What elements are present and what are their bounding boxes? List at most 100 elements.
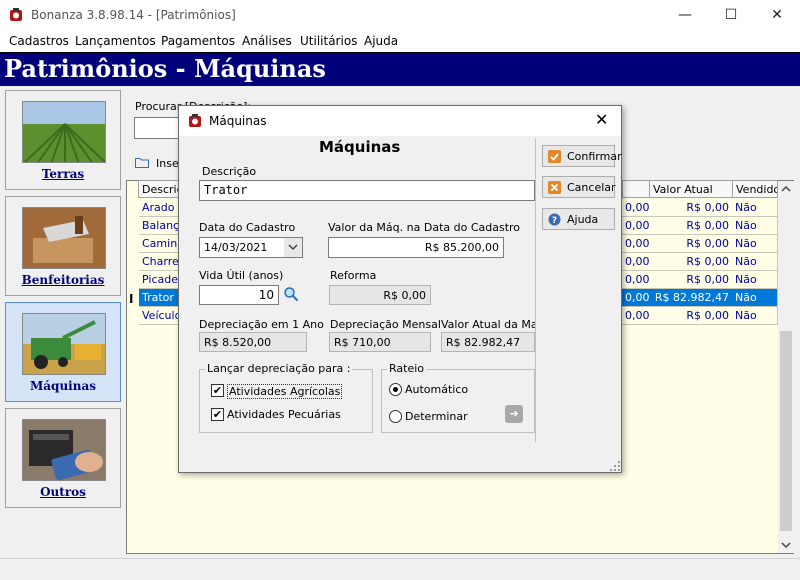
grid-header-valor-atual[interactable]: Valor Atual — [649, 180, 733, 198]
table-cell-vendido[interactable]: Não — [732, 271, 778, 289]
determinar-radio[interactable] — [389, 410, 402, 423]
table-cell-valor[interactable]: R$ 0,00 — [649, 253, 733, 271]
table-cell-middle[interactable]: 0,00 — [622, 253, 650, 271]
rateio-group-title: Rateio — [387, 362, 427, 375]
table-cell-descricao[interactable]: Picadeira — [139, 271, 180, 289]
menu-cadastros[interactable]: Cadastros — [9, 34, 69, 48]
reforma-label: Reforma — [330, 269, 377, 282]
close-window-button[interactable]: ✕ — [754, 0, 800, 30]
menu-bar: Cadastros Lançamentos Pagamentos Análise… — [0, 30, 800, 52]
descricao-input[interactable]: Trator — [199, 180, 535, 201]
grid-header-descricao[interactable]: Descrição — [138, 180, 180, 198]
sidebar-item-maquinas[interactable]: Máquinas — [5, 302, 121, 402]
descricao-label: Descrição — [202, 165, 257, 178]
resize-grip-icon[interactable] — [610, 461, 620, 471]
table-cell-valor[interactable]: R$ 82.982,47 — [649, 289, 733, 307]
cancelar-button[interactable]: Cancelar — [542, 176, 616, 198]
agricolas-label[interactable]: Atividades Agrícolas — [227, 384, 343, 399]
row-indicator: I — [129, 292, 134, 306]
depreciacao-ano-label: Depreciação em 1 Ano — [199, 318, 324, 331]
table-cell-middle[interactable]: 0,00 — [622, 307, 650, 325]
table-cell-valor[interactable]: R$ 0,00 — [649, 271, 733, 289]
table-cell-middle[interactable]: 0,00 — [622, 199, 650, 217]
table-cell-middle[interactable]: 0,00 — [622, 289, 650, 307]
svg-text:?: ? — [552, 216, 557, 226]
table-cell-middle[interactable]: 0,00 — [622, 217, 650, 235]
lancar-group — [199, 369, 373, 433]
table-cell-vendido[interactable]: Não — [732, 307, 778, 325]
cancel-icon — [548, 181, 561, 194]
dialog-close-button[interactable]: ✕ — [595, 110, 608, 129]
table-cell-vendido[interactable]: Não — [732, 217, 778, 235]
sidebar-item-outros[interactable]: Outros — [5, 408, 121, 508]
table-cell-descricao[interactable]: Veículo — [139, 307, 180, 325]
table-cell-descricao[interactable]: Caminhão — [139, 235, 180, 253]
insert-link[interactable]: Inse — [156, 157, 179, 170]
grid-header-vendido[interactable]: Vendido — [732, 180, 778, 198]
table-cell-vendido[interactable]: Não — [732, 235, 778, 253]
dialog-heading: Máquinas — [319, 138, 401, 156]
sidebar-item-label: Outros — [40, 485, 86, 499]
menu-lancamentos[interactable]: Lançamentos — [75, 34, 156, 48]
check-icon — [548, 150, 561, 163]
sidebar-item-benfeitorias[interactable]: Benfeitorias — [5, 196, 121, 296]
depreciacao-mensal-value: R$ 710,00 — [329, 332, 431, 352]
pecuarias-label[interactable]: Atividades Pecuárias — [227, 408, 341, 421]
valor-input[interactable]: R$ 85.200,00 — [328, 237, 504, 258]
minimize-button[interactable]: — — [662, 0, 708, 30]
outros-image — [22, 419, 106, 481]
scrollbar-thumb[interactable] — [780, 331, 792, 531]
determinar-label[interactable]: Determinar — [405, 410, 468, 423]
table-cell-vendido[interactable]: Não — [732, 199, 778, 217]
menu-analises[interactable]: Análises — [242, 34, 292, 48]
maquinas-image — [22, 313, 106, 375]
search-icon[interactable] — [283, 286, 299, 302]
data-cadastro-label: Data do Cadastro — [199, 221, 296, 234]
status-bar — [0, 558, 800, 580]
rateio-group — [381, 369, 535, 433]
data-cadastro-value: 14/03/2021 — [204, 241, 268, 254]
menu-utilitarios[interactable]: Utilitários — [300, 34, 357, 48]
scroll-up-icon[interactable] — [781, 185, 791, 193]
table-cell-valor[interactable]: R$ 0,00 — [649, 235, 733, 253]
chevron-down-icon[interactable] — [284, 238, 302, 257]
scroll-down-icon[interactable] — [781, 541, 791, 549]
depreciacao-mensal-label: Depreciação Mensal — [330, 318, 441, 331]
valor-atual-value: R$ 82.982,47 — [441, 332, 535, 352]
table-cell-valor[interactable]: R$ 0,00 — [649, 199, 733, 217]
automatico-label[interactable]: Automático — [405, 383, 468, 396]
table-cell-vendido[interactable]: Não — [732, 253, 778, 271]
menu-ajuda[interactable]: Ajuda — [364, 34, 398, 48]
data-cadastro-field[interactable]: 14/03/2021 — [199, 237, 303, 258]
sidebar: Terras Benfeitorias Máquinas Outros — [0, 86, 125, 558]
table-cell-vendido[interactable]: Não — [732, 289, 778, 307]
arrow-right-icon[interactable]: ➜ — [505, 405, 523, 423]
table-cell-descricao[interactable]: Balança — [139, 217, 180, 235]
vida-util-input[interactable]: 10 — [199, 285, 279, 305]
automatico-radio[interactable] — [389, 383, 402, 396]
table-cell-middle[interactable]: 0,00 — [622, 271, 650, 289]
folder-icon[interactable] — [135, 157, 149, 168]
agricolas-checkbox[interactable]: ✔ — [211, 384, 224, 397]
page-title: Patrimônios - Máquinas — [4, 54, 326, 83]
table-cell-descricao[interactable]: Charrete — [139, 253, 180, 271]
table-cell-middle[interactable]: 0,00 — [622, 235, 650, 253]
sidebar-item-terras[interactable]: Terras — [5, 90, 121, 190]
confirmar-button[interactable]: Confirmar — [542, 145, 622, 167]
maximize-button[interactable]: ☐ — [708, 0, 754, 30]
pecuarias-checkbox[interactable]: ✔ — [211, 408, 224, 421]
table-cell-descricao[interactable]: Arado — [139, 199, 180, 217]
depreciacao-ano-value: R$ 8.520,00 — [199, 332, 307, 352]
sidebar-item-label: Terras — [41, 167, 85, 181]
window-titlebar: Bonanza 3.8.98.14 - [Patrimônios] — ☐ ✕ — [0, 0, 800, 30]
cancelar-label: Cancelar — [567, 181, 616, 194]
table-cell-valor[interactable]: R$ 0,00 — [649, 217, 733, 235]
table-cell-valor[interactable]: R$ 0,00 — [649, 307, 733, 325]
grid-scrollbar[interactable] — [778, 181, 794, 553]
ajuda-button[interactable]: ? Ajuda — [542, 208, 615, 230]
menu-pagamentos[interactable]: Pagamentos — [161, 34, 235, 48]
grid-header-middle[interactable] — [622, 180, 650, 198]
app-logo-icon — [10, 8, 22, 21]
dialog-app-icon — [189, 114, 201, 127]
table-cell-descricao[interactable]: Trator — [139, 289, 180, 307]
